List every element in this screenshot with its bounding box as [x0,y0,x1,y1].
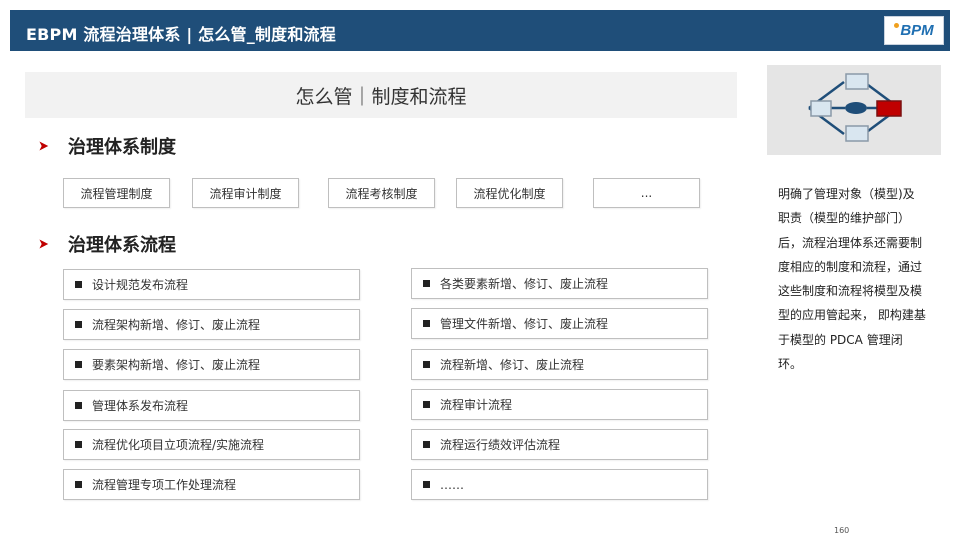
side-description: 明确了管理对象（模型)及职责（模型的维护部门）后，流程治理体系还需要制度相应的制… [778,187,926,372]
process-item: 流程审计流程 [411,389,708,420]
square-bullet-icon [75,402,82,409]
policy-tag: 流程考核制度 [328,178,435,208]
process-item: …… [411,469,708,500]
header-bar: EBPM 流程治理体系 | 怎么管_制度和流程 BPM [10,10,950,51]
header-title: EBPM 流程治理体系 | 怎么管_制度和流程 [26,25,336,44]
logo-text: BPM [900,22,934,39]
policy-tag: 流程优化制度 [456,178,563,208]
square-bullet-icon [75,321,82,328]
square-bullet-icon [75,481,82,488]
section-policies-heading: ➤ 治理体系制度 [38,133,176,159]
process-item: 流程架构新增、修订、废止流程 [63,309,360,340]
process-item: 流程运行绩效评估流程 [411,429,708,460]
square-bullet-icon [423,401,430,408]
square-bullet-icon [423,320,430,327]
process-item: 各类要素新增、修订、废止流程 [411,268,708,299]
process-item: 要素架构新增、修订、废止流程 [63,349,360,380]
arrow-right-icon: ➤ [38,235,49,253]
policy-tag: 流程审计制度 [192,178,299,208]
process-item: 流程新增、修订、废止流程 [411,349,708,380]
section-title: 治理体系流程 [68,235,176,256]
square-bullet-icon [423,441,430,448]
page-title-band: 怎么管｜制度和流程 [25,72,737,118]
bpm-logo: BPM [884,16,944,45]
process-item: 管理体系发布流程 [63,390,360,421]
process-item: 流程优化项目立项流程/实施流程 [63,429,360,460]
square-bullet-icon [75,361,82,368]
square-bullet-icon [423,481,430,488]
arrow-right-icon: ➤ [38,137,49,155]
section-title: 治理体系制度 [68,137,176,158]
process-flow-diagram-icon [808,73,902,142]
square-bullet-icon [423,280,430,287]
section-processes-heading: ➤ 治理体系流程 [38,231,176,257]
square-bullet-icon [75,441,82,448]
process-item: 管理文件新增、修订、废止流程 [411,308,708,339]
page-number: 160 [834,526,850,535]
process-flow-diagram [767,65,941,155]
process-item: 设计规范发布流程 [63,269,360,300]
square-bullet-icon [423,361,430,368]
square-bullet-icon [75,281,82,288]
page-title: 怎么管｜制度和流程 [295,85,467,108]
policy-tag: ... [593,178,700,208]
policy-tag: 流程管理制度 [63,178,170,208]
process-item: 流程管理专项工作处理流程 [63,469,360,500]
logo-mark-icon [894,23,900,28]
